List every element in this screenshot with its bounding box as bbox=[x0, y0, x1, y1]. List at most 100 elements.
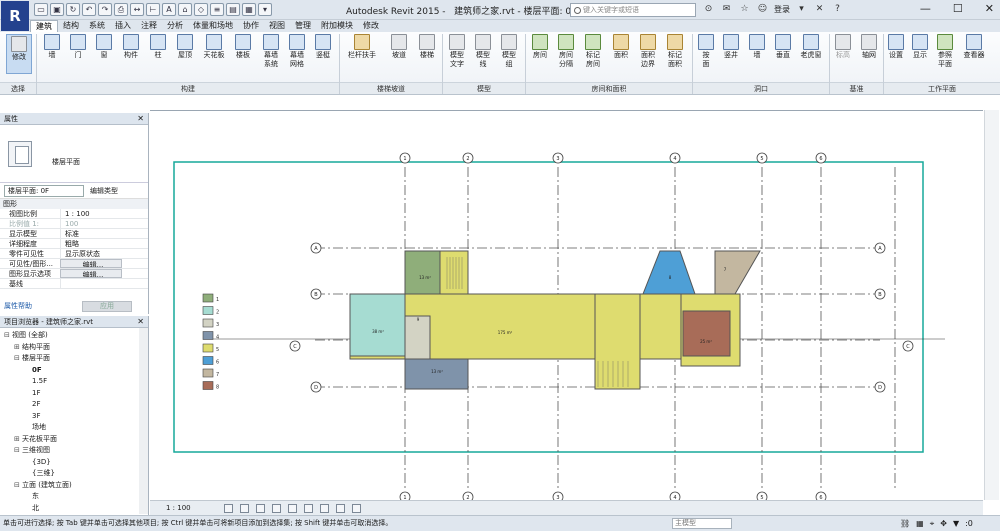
tree-item[interactable]: ⊟ 立面 (建筑立面) bbox=[0, 480, 148, 492]
stair-button[interactable]: 楼梯 bbox=[416, 34, 438, 60]
floor-plan-drawing[interactable]: 1 2 3 4 5 6 1 2 3 4 5 6 A B C D A B C D 13 m² 38 m² 9 175 m² 13 … bbox=[150, 111, 983, 501]
user-icon[interactable]: ☺ bbox=[756, 3, 769, 16]
tree-item[interactable]: 场地 bbox=[0, 422, 148, 434]
ref-plane-button[interactable]: 参照 平面 bbox=[934, 34, 956, 69]
set-workplane-button[interactable]: 设置 bbox=[886, 34, 906, 60]
apply-button[interactable]: 应用 bbox=[82, 301, 132, 312]
property-row[interactable]: 显示模型 标准 bbox=[0, 229, 148, 239]
modify-button[interactable]: 修改 bbox=[6, 34, 32, 74]
filter-icon[interactable]: ▼ bbox=[953, 518, 959, 529]
section-icon[interactable]: ◇ bbox=[194, 3, 208, 16]
collapse-icon[interactable]: ⊟ bbox=[14, 353, 22, 365]
area-boundary-button[interactable]: 面积 边界 bbox=[637, 34, 659, 69]
select-underlay-icon[interactable]: ▦ bbox=[916, 518, 924, 529]
vertical-opening-button[interactable]: 垂直 bbox=[772, 34, 794, 60]
property-row[interactable]: 视图比例 1 : 100 bbox=[0, 209, 148, 219]
model-line-button[interactable]: 模型线 bbox=[472, 34, 494, 69]
tree-item[interactable]: {3D} bbox=[0, 457, 148, 469]
login-link[interactable]: 登录 bbox=[774, 4, 790, 15]
collapse-icon[interactable]: ⊟ bbox=[14, 480, 22, 492]
browser-scrollbar[interactable] bbox=[139, 328, 148, 514]
close-hidden-icon[interactable]: ▤ bbox=[226, 3, 240, 16]
type-selector-dropdown[interactable]: 楼层平面: 0F bbox=[4, 185, 84, 197]
thin-lines-icon[interactable]: ≡ bbox=[210, 3, 224, 16]
roof-button[interactable]: 屋顶 bbox=[174, 34, 196, 60]
tab-manage[interactable]: 管理 bbox=[290, 20, 316, 32]
expand-icon[interactable]: ⊞ bbox=[14, 434, 22, 446]
floor-button[interactable]: 楼板 bbox=[232, 34, 254, 60]
reveal-hidden-icon[interactable] bbox=[336, 504, 345, 513]
active-workset-dropdown[interactable]: 主模型 bbox=[672, 518, 732, 529]
panel-select[interactable]: 选择 bbox=[0, 82, 36, 94]
model-text-button[interactable]: 模型 文字 bbox=[446, 34, 468, 69]
measure-icon[interactable]: ↔ bbox=[130, 3, 144, 16]
binoculars-icon[interactable]: ⊙ bbox=[702, 3, 715, 16]
close-icon[interactable]: ✕ bbox=[137, 113, 144, 125]
visual-style-icon[interactable] bbox=[240, 504, 249, 513]
undo-icon[interactable]: ↶ bbox=[82, 3, 96, 16]
tree-item[interactable]: ⊟ 三维视图 bbox=[0, 445, 148, 457]
tree-item[interactable]: ⊞ 天花板平面 bbox=[0, 434, 148, 446]
login-dropdown-icon[interactable]: ▾ bbox=[795, 3, 808, 16]
property-row[interactable]: 详细程度 粗略 bbox=[0, 239, 148, 249]
model-group-button[interactable]: 模型组 bbox=[498, 34, 520, 69]
property-value[interactable]: 显示原状态 bbox=[60, 249, 122, 258]
tab-insert[interactable]: 插入 bbox=[110, 20, 136, 32]
grid-button[interactable]: 轴网 bbox=[858, 34, 880, 60]
properties-help-link[interactable]: 属性帮助 bbox=[4, 302, 32, 310]
tab-massing-site[interactable]: 体量和场地 bbox=[188, 20, 238, 32]
tab-addins[interactable]: 附加模块 bbox=[316, 20, 358, 32]
exchange-icon[interactable]: ✕ bbox=[813, 3, 826, 16]
ceiling-button[interactable]: 天花板 bbox=[201, 34, 227, 60]
analytical-model-icon[interactable] bbox=[352, 504, 361, 513]
category-graphics[interactable]: 图形 bbox=[0, 199, 148, 209]
qat-dropdown-icon[interactable]: ▾ bbox=[258, 3, 272, 16]
redo-icon[interactable]: ↷ bbox=[98, 3, 112, 16]
wall-opening-button[interactable]: 墙 bbox=[747, 34, 767, 60]
save-icon[interactable]: ▣ bbox=[50, 3, 64, 16]
expand-icon[interactable]: ⊞ bbox=[14, 342, 22, 354]
shaft-button[interactable]: 竖井 bbox=[720, 34, 742, 60]
property-row[interactable]: 图形显示选项 编辑... bbox=[0, 269, 148, 279]
edit-type-button[interactable]: 编辑类型 bbox=[90, 186, 118, 196]
tree-item[interactable]: 0F bbox=[0, 365, 148, 377]
room-separator-button[interactable]: 房间 分隔 bbox=[555, 34, 577, 69]
tab-modify[interactable]: 修改 bbox=[358, 20, 384, 32]
sync-icon[interactable]: ↻ bbox=[66, 3, 80, 16]
tree-item[interactable]: {三维} bbox=[0, 468, 148, 480]
show-crop-icon[interactable] bbox=[304, 504, 313, 513]
property-value[interactable]: 1 : 100 bbox=[60, 209, 122, 218]
property-value[interactable]: 标准 bbox=[60, 229, 122, 238]
column-button[interactable]: 柱 bbox=[148, 34, 168, 60]
property-value[interactable]: 粗略 bbox=[60, 239, 122, 248]
tree-item[interactable]: ⊟ 楼层平面 bbox=[0, 353, 148, 365]
help-icon[interactable]: ? bbox=[831, 3, 844, 16]
print-icon[interactable]: ⎙ bbox=[114, 3, 128, 16]
dormer-button[interactable]: 老虎窗 bbox=[797, 34, 825, 60]
tree-item[interactable]: ⊟ 视图 (全部) bbox=[0, 330, 148, 342]
tab-structure[interactable]: 结构 bbox=[58, 20, 84, 32]
tag-area-button[interactable]: 标记 面积 bbox=[664, 34, 686, 69]
level-button[interactable]: 标高 bbox=[832, 34, 854, 60]
tree-item[interactable]: 1F bbox=[0, 388, 148, 400]
tree-item[interactable]: 1.5F bbox=[0, 376, 148, 388]
property-value[interactable]: 编辑... bbox=[60, 269, 122, 278]
close-button[interactable]: ✕ bbox=[985, 2, 994, 15]
tree-item[interactable]: 3F bbox=[0, 411, 148, 423]
switch-windows-icon[interactable]: ▦ bbox=[242, 3, 256, 16]
wall-button[interactable]: 墙 bbox=[42, 34, 62, 60]
tab-analyze[interactable]: 分析 bbox=[162, 20, 188, 32]
collapse-icon[interactable]: ⊟ bbox=[4, 330, 12, 342]
minimize-button[interactable]: — bbox=[920, 2, 931, 15]
tab-collaborate[interactable]: 协作 bbox=[238, 20, 264, 32]
tag-icon[interactable]: A bbox=[162, 3, 176, 16]
component-button[interactable]: 构件 bbox=[120, 34, 142, 60]
property-row[interactable]: 基线 bbox=[0, 279, 148, 289]
open-icon[interactable]: ▭ bbox=[34, 3, 48, 16]
room-button[interactable]: 房间 bbox=[529, 34, 551, 60]
tree-item[interactable]: 北 bbox=[0, 503, 148, 515]
collapse-icon[interactable]: ⊟ bbox=[14, 445, 22, 457]
show-workplane-button[interactable]: 显示 bbox=[910, 34, 930, 60]
crop-view-icon[interactable] bbox=[288, 504, 297, 513]
sun-path-icon[interactable] bbox=[256, 504, 265, 513]
